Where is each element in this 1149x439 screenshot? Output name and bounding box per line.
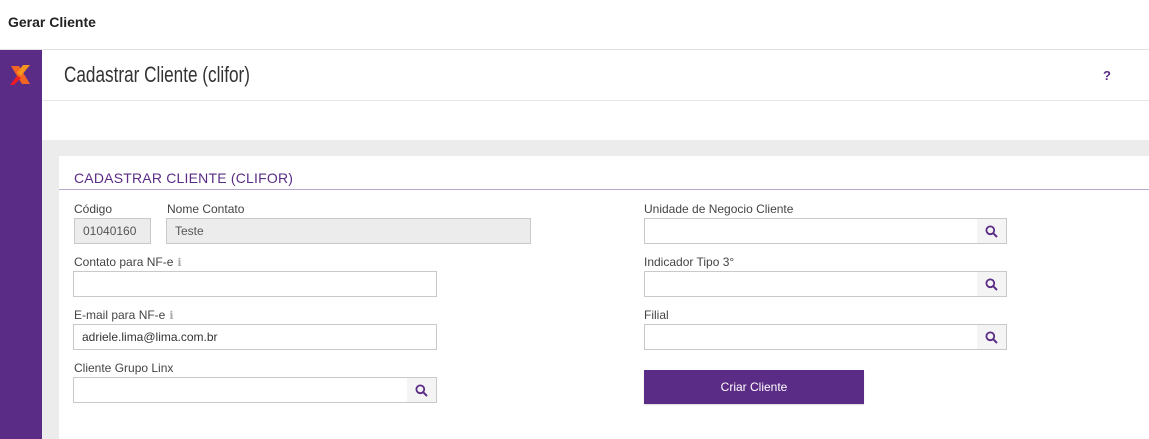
app-logo-icon (10, 65, 30, 85)
email-nfe-label: E-mail para NF-e ℹ (74, 308, 174, 322)
nome-contato-field[interactable] (166, 218, 531, 244)
email-nfe-input[interactable] (73, 324, 437, 350)
email-nfe-label-text: E-mail para NF-e (74, 308, 166, 322)
help-button[interactable]: ? (1103, 68, 1111, 83)
filial-label: Filial (644, 308, 669, 322)
section-title: CADASTRAR CLIENTE (CLIFOR) (74, 170, 294, 186)
unidade-negocio-search-button[interactable] (977, 218, 1007, 244)
search-icon (415, 384, 428, 397)
section-divider (59, 189, 1149, 190)
indicador-tipo-label: Indicador Tipo 3° (644, 255, 735, 269)
cliente-grupo-linx-search-button[interactable] (407, 377, 437, 403)
sidebar (0, 50, 42, 439)
contato-nfe-label-text: Contato para NF-e (74, 255, 174, 269)
page-header: Cadastrar Cliente (clifor) ? (42, 50, 1149, 101)
logo-tile[interactable] (0, 50, 42, 100)
search-icon (985, 331, 998, 344)
page-title: Cadastrar Cliente (clifor) (64, 62, 250, 87)
criar-cliente-button[interactable]: Criar Cliente (644, 370, 864, 404)
form-card: CADASTRAR CLIENTE (CLIFOR) Código Nome C… (59, 156, 1149, 439)
info-icon[interactable]: ℹ (169, 309, 173, 322)
filial-search-button[interactable] (977, 324, 1007, 350)
window-title: Gerar Cliente (8, 14, 96, 30)
search-icon (985, 225, 998, 238)
codigo-field[interactable] (74, 218, 151, 244)
filial-input[interactable] (644, 324, 978, 350)
cliente-grupo-linx-input[interactable] (73, 377, 408, 403)
contato-nfe-input[interactable] (73, 271, 437, 297)
info-icon[interactable]: ℹ (177, 256, 181, 269)
unidade-negocio-label: Unidade de Negocio Cliente (644, 202, 794, 216)
nome-contato-label: Nome Contato (167, 202, 245, 216)
unidade-negocio-input[interactable] (644, 218, 978, 244)
cliente-grupo-linx-label: Cliente Grupo Linx (74, 361, 174, 375)
codigo-label: Código (74, 202, 113, 216)
contato-nfe-label: Contato para NF-e ℹ (74, 255, 182, 269)
indicador-tipo-input[interactable] (644, 271, 978, 297)
indicador-tipo-search-button[interactable] (977, 271, 1007, 297)
search-icon (985, 278, 998, 291)
